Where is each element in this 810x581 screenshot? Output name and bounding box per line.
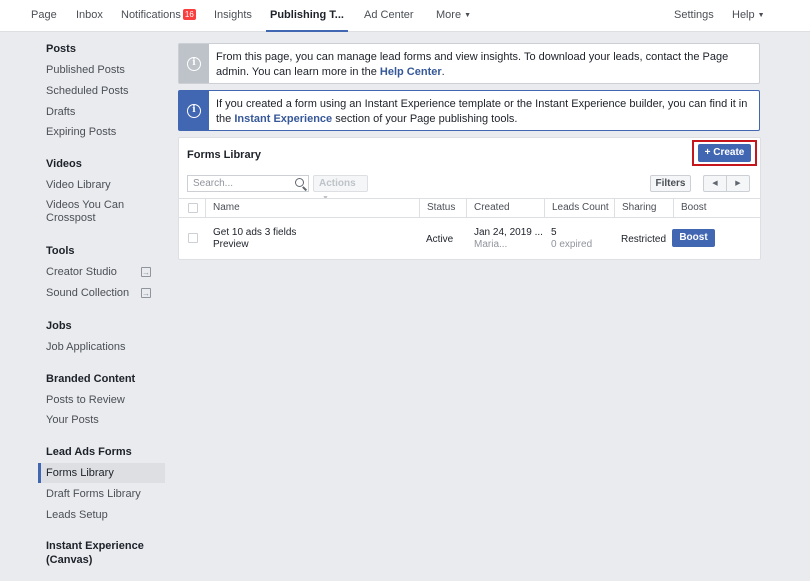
- chevron-right-icon: ▶: [735, 180, 741, 187]
- notice-end: .: [441, 66, 445, 78]
- help-center-link[interactable]: Help Center: [380, 66, 442, 78]
- sidebar-item-label: Creator Studio: [46, 266, 117, 278]
- instant-experience-link[interactable]: Instant Experience: [234, 113, 332, 125]
- table-header: Name Status Created Leads Count Sharing …: [179, 198, 760, 218]
- info-notice-instant-experience: i If you created a form using an Instant…: [178, 90, 760, 131]
- notice-text: From this page, you can manage lead form…: [216, 50, 753, 80]
- info-icon: i: [187, 104, 201, 118]
- sidebar-item-forms-library[interactable]: Forms Library: [38, 463, 165, 483]
- column-header-name[interactable]: Name: [205, 199, 419, 217]
- tab-ad-center[interactable]: Ad Center: [364, 0, 414, 32]
- notice-body: From this page, you can manage lead form…: [216, 51, 729, 78]
- filters-button[interactable]: Filters: [650, 175, 691, 192]
- form-name[interactable]: Get 10 ads 3 fields: [213, 227, 296, 238]
- sidebar-item-scheduled-posts[interactable]: Scheduled Posts: [38, 81, 165, 101]
- row-checkbox[interactable]: [188, 233, 198, 243]
- actions-label: Actions: [319, 178, 356, 189]
- select-all-checkbox[interactable]: [188, 203, 198, 213]
- sidebar-item-leads-setup[interactable]: Leads Setup: [38, 505, 165, 525]
- column-header-boost[interactable]: Boost: [673, 199, 759, 217]
- tab-help[interactable]: Help ▼: [732, 0, 765, 32]
- sidebar-heading-posts: Posts: [46, 43, 76, 55]
- sidebar-item-sound-collection[interactable]: Sound Collection: [38, 283, 165, 304]
- sidebar-item-drafts[interactable]: Drafts: [38, 102, 165, 122]
- chevron-down-icon: ▼: [757, 12, 765, 19]
- external-link-icon: [141, 284, 151, 304]
- notice-strip: i: [179, 91, 209, 130]
- leads-count: 5: [551, 227, 557, 238]
- tab-page[interactable]: Page: [31, 0, 57, 32]
- notifications-badge: 16: [182, 9, 196, 20]
- search-icon[interactable]: [295, 178, 304, 187]
- chevron-down-icon: ▼: [464, 12, 471, 19]
- sidebar-heading-tools: Tools: [46, 245, 75, 257]
- external-link-icon: [141, 263, 151, 283]
- sidebar-item-videos-crosspost[interactable]: Videos You Can Crosspost: [38, 197, 165, 227]
- status-value: Active: [426, 234, 454, 245]
- notice-strip: i: [179, 44, 209, 83]
- forms-library-title: Forms Library: [187, 149, 261, 161]
- sidebar-heading-lead-ads-forms: Lead Ads Forms: [46, 446, 132, 458]
- created-by: Maria...: [474, 239, 508, 250]
- sidebar-heading-branded-content: Branded Content: [46, 373, 136, 385]
- column-header-leads-count[interactable]: Leads Count: [544, 199, 614, 217]
- sharing-value: Restricted: [621, 234, 667, 245]
- tab-more[interactable]: More ▼: [436, 0, 471, 32]
- boost-button[interactable]: Boost: [672, 229, 715, 247]
- tab-publishing-tools[interactable]: Publishing T...: [266, 0, 348, 32]
- sidebar-item-posts-to-review[interactable]: Posts to Review: [38, 390, 165, 410]
- create-button[interactable]: + Create: [698, 144, 751, 162]
- actions-dropdown[interactable]: Actions ▼: [313, 175, 368, 202]
- previous-page-button[interactable]: ◀: [703, 175, 727, 192]
- sidebar-item-job-applications[interactable]: Job Applications: [38, 337, 165, 357]
- created-date: Jan 24, 2019 ...: [474, 227, 543, 238]
- tab-settings[interactable]: Settings: [674, 0, 714, 32]
- tab-notifications[interactable]: Notifications 16: [121, 0, 196, 32]
- leads-expired: 0 expired: [551, 239, 593, 250]
- tab-insights[interactable]: Insights: [214, 0, 252, 32]
- tab-help-label: Help: [732, 9, 755, 21]
- sidebar-heading-instant-experience: Instant Experience (Canvas): [46, 540, 144, 566]
- chevron-left-icon: ◀: [712, 180, 718, 187]
- info-notice-help: i From this page, you can manage lead fo…: [178, 43, 760, 84]
- sidebar-item-creator-studio[interactable]: Creator Studio: [38, 262, 165, 283]
- sidebar-item-video-library[interactable]: Video Library: [38, 175, 165, 195]
- forms-library-panel: Forms Library + Create Actions ▼ Filters…: [178, 137, 761, 260]
- notice-end: section of your Page publishing tools.: [332, 113, 518, 125]
- column-header-status[interactable]: Status: [419, 199, 466, 217]
- sidebar-item-expiring-posts[interactable]: Expiring Posts: [38, 122, 165, 142]
- column-header-sharing[interactable]: Sharing: [614, 199, 673, 217]
- sidebar-item-published-posts[interactable]: Published Posts: [38, 60, 165, 80]
- preview-link[interactable]: Preview: [213, 239, 249, 250]
- top-navigation: Page Inbox Notifications 16 Insights Publ…: [0, 0, 810, 32]
- sidebar-item-draft-forms-library[interactable]: Draft Forms Library: [38, 484, 165, 504]
- sidebar-heading-jobs: Jobs: [46, 320, 72, 332]
- next-page-button[interactable]: ▶: [726, 175, 750, 192]
- search-input[interactable]: [188, 176, 288, 191]
- sidebar-item-your-posts[interactable]: Your Posts: [38, 410, 165, 430]
- table-row[interactable]: Get 10 ads 3 fields Preview Active Jan 2…: [179, 218, 760, 259]
- notice-text: If you created a form using an Instant E…: [216, 97, 753, 127]
- sidebar-heading-videos: Videos: [46, 158, 82, 170]
- tab-inbox[interactable]: Inbox: [76, 0, 103, 32]
- tab-notifications-label: Notifications: [121, 9, 181, 21]
- sidebar-item-label: Sound Collection: [46, 287, 130, 299]
- tab-more-label: More: [436, 9, 462, 21]
- column-header-created[interactable]: Created: [466, 199, 544, 217]
- search-box: [187, 175, 309, 192]
- info-icon: i: [187, 57, 201, 71]
